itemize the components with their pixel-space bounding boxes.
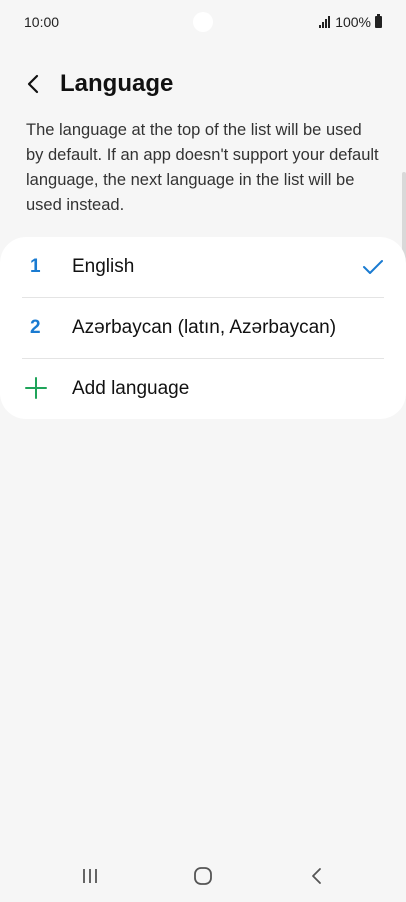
back-nav-button[interactable]	[304, 864, 330, 890]
page-title: Language	[60, 70, 174, 97]
home-icon	[194, 867, 212, 885]
recents-button[interactable]	[77, 864, 103, 890]
header: Language	[0, 62, 406, 108]
battery-percent: 100%	[335, 14, 371, 30]
status-right: 100%	[319, 14, 382, 30]
add-language-label: Add language	[72, 378, 190, 399]
language-item-azerbaijani[interactable]: 2 Azərbaycan (latın, Azərbaycan)	[0, 298, 406, 359]
check-icon	[363, 260, 383, 274]
plus-icon	[25, 377, 47, 399]
chevron-left-icon	[27, 74, 39, 94]
signal-icon	[319, 16, 331, 28]
back-button[interactable]	[18, 68, 50, 100]
description-text: The language at the top of the list will…	[26, 121, 379, 214]
language-priority-number: 2	[30, 317, 41, 338]
add-language-button[interactable]: Add language	[0, 359, 406, 420]
language-item-english[interactable]: 1 English	[0, 237, 406, 298]
recents-icon	[83, 869, 97, 883]
camera-cutout	[193, 12, 213, 32]
home-button[interactable]	[190, 864, 216, 890]
status-bar: 10:00 100%	[0, 0, 406, 44]
language-priority-number: 1	[30, 256, 41, 277]
language-label: English	[72, 256, 135, 277]
screen: 10:00 100% Language The language at the …	[0, 0, 406, 902]
language-list-card: 1 English 2 Azərbaycan (latın, Azərbayca…	[0, 237, 406, 419]
status-time: 10:00	[24, 14, 60, 30]
battery-icon	[375, 14, 382, 28]
language-label: Azərbaycan (latın, Azərbaycan)	[72, 317, 337, 338]
back-icon	[312, 868, 321, 884]
navigation-bar	[0, 850, 406, 902]
